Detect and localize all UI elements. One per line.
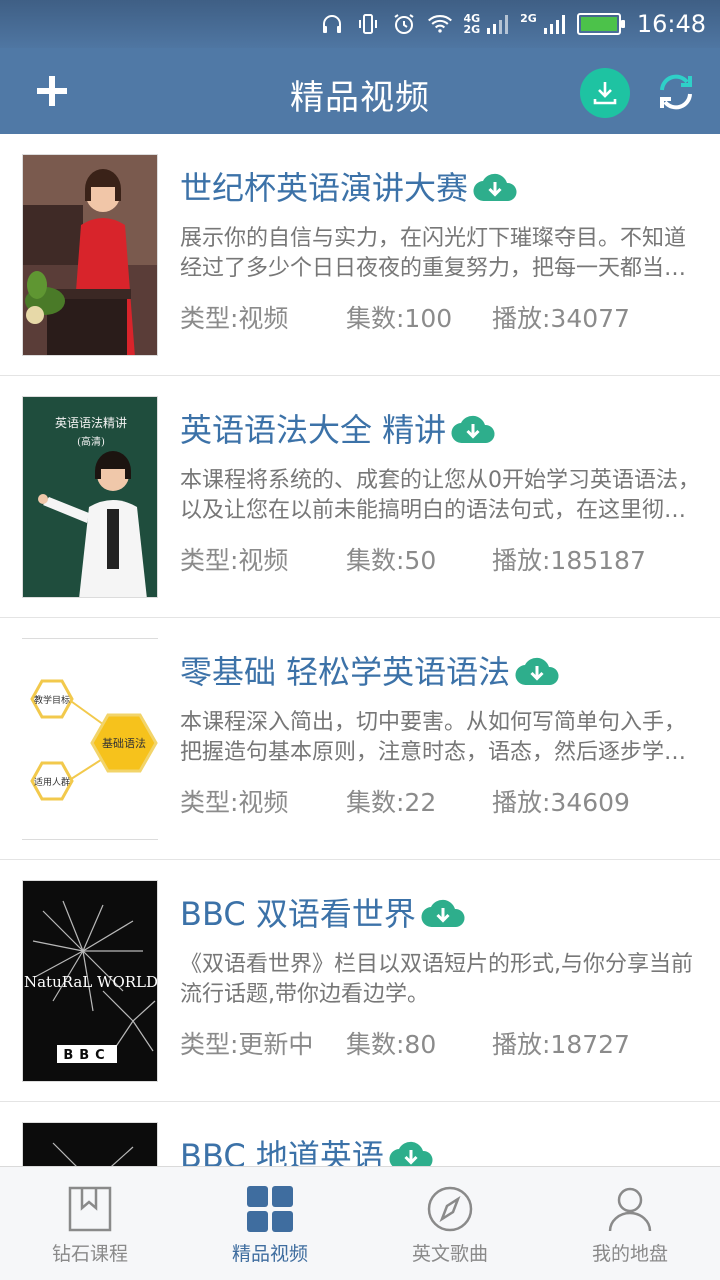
course-type: 类型:更新中 (180, 1030, 314, 1059)
course-type: 类型:视频 (180, 304, 289, 333)
course-thumbnail: NatuRaL WORLD BBC (22, 880, 158, 1082)
bbc-logo: BBC (63, 1048, 110, 1063)
cloud-download-icon[interactable] (514, 655, 560, 689)
refresh-icon (660, 74, 692, 110)
course-type: 类型:视频 (180, 788, 289, 817)
course-title-text: 英语语法大全 精讲 (180, 411, 447, 449)
course-item[interactable]: NatuRaL WORLD BBC BBC 双语看世界 《双语看世界》栏目以双语… (0, 860, 720, 1102)
course-play-count: 播放:34609 (492, 788, 630, 817)
nav-item-diamond-courses[interactable]: 钻石课程 (0, 1167, 180, 1280)
cloud-download-icon[interactable] (420, 897, 466, 931)
nav-label: 精品视频 (231, 1243, 308, 1265)
cloud-download-icon[interactable] (388, 1139, 434, 1166)
nav-item-english-songs[interactable]: 英文歌曲 (360, 1167, 540, 1280)
thumbnail-label-basic: 基础语法 (102, 736, 146, 750)
course-play-count: 播放:18727 (492, 1030, 630, 1059)
course-type: 类型:视频 (180, 546, 289, 575)
signal-icon-2 (541, 11, 567, 37)
status-bar: 4G 2G 2G 16:48 (0, 0, 720, 48)
course-thumbnail: 英语语法精讲 (高清) (22, 396, 158, 598)
course-title-text: 世纪杯英语演讲大赛 (180, 169, 469, 207)
clock-time: 16:48 (636, 10, 706, 38)
nav-item-my-space[interactable]: 我的地盘 (540, 1167, 720, 1280)
download-icon (593, 82, 617, 105)
course-thumbnail (22, 154, 158, 356)
course-title[interactable]: BBC 地道英语 (180, 1136, 434, 1166)
nav-label: 英文歌曲 (411, 1243, 488, 1265)
network-2g-label: 2G (463, 23, 481, 36)
course-title-text: 零基础 轻松学英语语法 (180, 653, 511, 691)
thumbnail-subcaption: (高清) (77, 435, 105, 448)
course-description: 展示你的自信与实力，在闪光灯下璀璨夺目。不知道经过了多少个日日夜夜的重复努力，把… (180, 226, 687, 281)
screen: 4G 2G 2G 16:48 精品视频 世纪杯英语演讲大赛 展示你的自信与实力，… (0, 0, 720, 1280)
thumbnail-label-audience: 适用人群 (34, 776, 70, 788)
signal-icon-1 (484, 11, 510, 37)
course-description: 《双语看世界》栏目以双语短片的形式,与你分享当前流行话题,带你边看边学。 (180, 952, 693, 1007)
grid-icon (246, 1185, 294, 1233)
nav-label: 我的地盘 (591, 1243, 668, 1265)
course-play-count: 播放:34077 (492, 304, 630, 333)
bookmark-book-icon (66, 1185, 114, 1233)
course-item[interactable]: 世纪杯英语演讲大赛 展示你的自信与实力，在闪光灯下璀璨夺目。不知道经过了多少个日… (0, 134, 720, 376)
cloud-download-icon[interactable] (472, 171, 518, 205)
course-description: 本课程深入简出，切中要害。从如何写简单句入手，把握造句基本原则，注意时态，语态，… (180, 710, 687, 765)
course-description: 本课程将系统的、成套的让您从0开始学习英语语法，以及让您在以前未能搞明白的语法句… (180, 468, 700, 523)
course-title[interactable]: BBC 双语看世界 (180, 894, 466, 934)
wifi-icon (427, 11, 453, 37)
thumbnail-caption: 英语语法精讲 (55, 415, 127, 430)
network-type-label-2: 2G (520, 13, 537, 35)
course-item[interactable]: BBC 地道英语 (0, 1102, 720, 1166)
alarm-icon (391, 11, 417, 37)
thumbnail-label-goal: 教学目标 (34, 694, 70, 706)
course-episode-count: 集数:100 (346, 304, 453, 333)
course-item[interactable]: 教学目标 基础语法 适用人群 零基础 轻松学英语语法 本课程深入简出，切中要害。… (0, 618, 720, 860)
vibrate-icon (355, 11, 381, 37)
course-episode-count: 集数:50 (346, 546, 437, 575)
course-episode-count: 集数:22 (346, 788, 437, 817)
course-thumbnail (22, 1122, 158, 1166)
download-button[interactable] (580, 68, 630, 118)
course-title[interactable]: 英语语法大全 精讲 (180, 410, 496, 450)
network-type-label: 4G 2G (463, 13, 480, 35)
refresh-button[interactable] (650, 66, 702, 118)
course-title[interactable]: 零基础 轻松学英语语法 (180, 652, 560, 692)
course-title[interactable]: 世纪杯英语演讲大赛 (180, 168, 518, 208)
thumbnail-caption: NatuRaL WORLD (24, 973, 158, 991)
battery-icon (576, 13, 625, 35)
course-title-text: BBC 地道英语 (180, 1137, 384, 1166)
user-icon (606, 1185, 654, 1233)
course-title-text: BBC 双语看世界 (180, 895, 416, 933)
course-item[interactable]: 英语语法精讲 (高清) 英语语法大全 精讲 本课程将系统的、成套的让您从0开始学… (0, 376, 720, 618)
compass-icon (426, 1185, 474, 1233)
nav-label: 钻石课程 (51, 1243, 128, 1265)
course-episode-count: 集数:80 (346, 1030, 437, 1059)
app-header: 精品视频 (0, 48, 720, 134)
nav-item-featured-videos[interactable]: 精品视频 (180, 1167, 360, 1280)
cloud-download-icon[interactable] (450, 413, 496, 447)
headphones-icon (319, 11, 345, 37)
course-thumbnail: 教学目标 基础语法 适用人群 (22, 638, 158, 840)
bottom-nav: 钻石课程 精品视频 英文歌曲 我的地盘 (0, 1166, 720, 1280)
course-list: 世纪杯英语演讲大赛 展示你的自信与实力，在闪光灯下璀璨夺目。不知道经过了多少个日… (0, 134, 720, 1166)
course-play-count: 播放:185187 (492, 546, 646, 575)
